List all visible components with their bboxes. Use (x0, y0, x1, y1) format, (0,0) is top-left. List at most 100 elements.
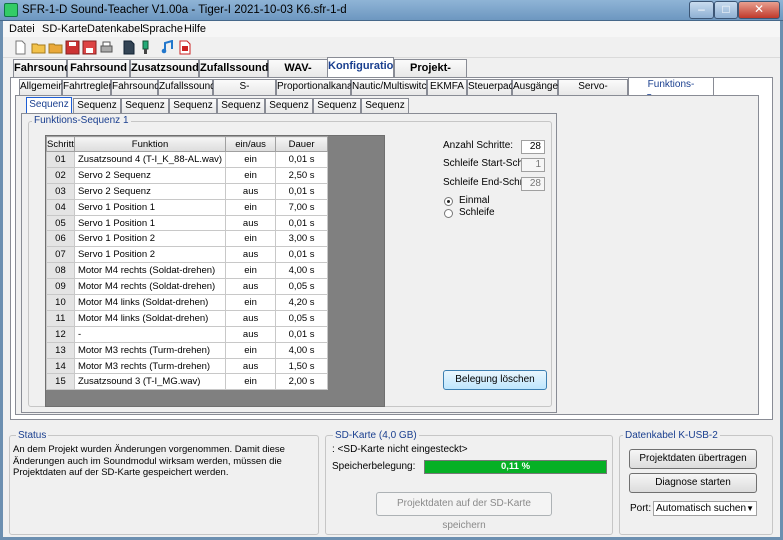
sequence-grid[interactable]: Schritt Funktion ein/aus Dauer 01 Zusatzs… (45, 135, 385, 407)
tab-fahrsound-2[interactable]: Fahrsound 2 (67, 59, 130, 90)
anzahl-schritte-field[interactable]: 28 (521, 140, 545, 154)
tab-sequenz-6[interactable]: Sequenz 6 (265, 98, 313, 124)
save-as-icon[interactable] (82, 40, 97, 55)
tab-sequenz-4[interactable]: Sequenz 4 (169, 98, 217, 124)
cell-funktion[interactable]: Servo 1 Position 2 (73, 246, 227, 264)
table-row[interactable]: 10 Motor M4 links (Soldat-drehen) ein 4,20 … (46, 294, 329, 311)
port-select[interactable]: Automatisch suchen ▼ (653, 501, 757, 516)
table-row[interactable]: 07 Servo 1 Position 2 aus 0,01 s (46, 246, 329, 264)
cell-dauer[interactable]: 1,50 s (275, 357, 329, 375)
cell-schritt[interactable]: 05 (46, 214, 75, 232)
minimize-button[interactable]: – (689, 1, 714, 19)
cell-schritt[interactable]: 08 (46, 262, 75, 280)
cell-ein-aus[interactable]: ein (225, 373, 277, 391)
tab-fahrsound-config[interactable]: Fahrsound (111, 79, 160, 95)
table-row[interactable]: 13 Motor M3 rechts (Turm-drehen) ein 4,00 s (46, 341, 329, 359)
tab-fahrtregler[interactable]: Fahrtregler (62, 79, 112, 95)
cell-ein-aus[interactable]: ein (225, 198, 277, 216)
cell-dauer[interactable]: 0,05 s (275, 278, 329, 296)
cell-ein-aus[interactable]: aus (225, 182, 277, 200)
tab-konfiguration[interactable]: Konfiguration (327, 57, 400, 78)
tab-sequenz-1[interactable]: Sequenz 1 (26, 97, 72, 123)
table-row[interactable]: 11 Motor M4 links (Soldat-drehen) aus 0,05 … (46, 309, 329, 327)
table-row[interactable]: 05 Servo 1 Position 1 aus 0,01 s (46, 214, 329, 232)
table-row[interactable]: 01 Zusatzsound 4 (T-I_K_88-AL.wav) ein 0,01… (46, 151, 329, 168)
cell-schritt[interactable]: 01 (46, 151, 75, 168)
cell-schritt[interactable]: 03 (46, 182, 75, 200)
cell-schritt[interactable]: 12 (46, 325, 75, 343)
belegung-loeschen-button[interactable]: Belegung löschen (443, 370, 547, 390)
tab-wav-player[interactable]: WAV-Player (268, 59, 328, 90)
projektdaten-uebertragen-button[interactable]: Projektdaten übertragen (629, 449, 757, 469)
cell-funktion[interactable]: Motor M3 rechts (Turm-drehen) (73, 357, 227, 375)
cell-dauer[interactable]: 0,01 s (275, 246, 329, 264)
cell-ein-aus[interactable]: aus (225, 309, 277, 327)
usb-cable-icon[interactable] (138, 40, 153, 55)
sd-card-icon[interactable] (121, 40, 136, 55)
cell-dauer[interactable]: 4,00 s (275, 341, 329, 359)
cell-ein-aus[interactable]: ein (225, 230, 277, 248)
col-header-ein-aus[interactable]: ein/aus (225, 136, 277, 152)
cell-dauer[interactable]: 0,05 s (275, 309, 329, 327)
cell-ein-aus[interactable]: aus (225, 357, 277, 375)
radio-einmal[interactable] (444, 197, 453, 206)
table-row[interactable]: 04 Servo 1 Position 1 ein 7,00 s (46, 198, 329, 216)
cell-funktion[interactable]: Zusatzsound 4 (T-I_K_88-AL.wav) (73, 151, 227, 168)
menu-datei[interactable]: Datei (9, 23, 35, 35)
cell-dauer[interactable]: 2,50 s (275, 166, 329, 184)
cell-dauer[interactable]: 4,20 s (275, 294, 329, 311)
tab-sequenz-8[interactable]: Sequenz 8 (361, 98, 409, 124)
tab-proportionalkanale[interactable]: Proportionalkanale (276, 79, 360, 95)
save-icon[interactable] (65, 40, 80, 55)
cell-ein-aus[interactable]: ein (225, 166, 277, 184)
tab-sequenz-5[interactable]: Sequenz 5 (217, 98, 265, 124)
table-row[interactable]: 03 Servo 2 Sequenz aus 0,01 s (46, 182, 329, 200)
tab-ausgaenge[interactable]: Ausgänge (512, 79, 558, 95)
cell-schritt[interactable]: 10 (46, 294, 75, 311)
cell-funktion[interactable]: Servo 1 Position 1 (73, 198, 227, 216)
document-red-icon[interactable] (177, 40, 192, 55)
table-row[interactable]: 09 Motor M4 rechts (Soldat-drehen) aus 0,05… (46, 278, 329, 296)
schleife-end-field[interactable]: 28 (521, 177, 545, 191)
cell-ein-aus[interactable]: ein (225, 262, 277, 280)
close-button[interactable]: ✕ (738, 1, 780, 19)
table-row[interactable]: 08 Motor M4 rechts (Soldat-drehen) ein 4,00… (46, 262, 329, 280)
table-row[interactable]: 12- aus 0,01 s (46, 325, 329, 343)
tab-projekt-notizen[interactable]: Projekt-Notizen (394, 59, 467, 90)
open-folder-icon[interactable] (31, 40, 46, 55)
cell-ein-aus[interactable]: aus (225, 246, 277, 264)
cell-dauer[interactable]: 2,00 s (275, 373, 329, 391)
tab-nautic-multiswitch[interactable]: Nautic/Multiswitch (351, 79, 432, 95)
cell-ein-aus[interactable]: ein (225, 151, 277, 168)
cell-dauer[interactable]: 0,01 s (275, 182, 329, 200)
cell-schritt[interactable]: 15 (46, 373, 75, 391)
cell-schritt[interactable]: 02 (46, 166, 75, 184)
cell-funktion[interactable]: Motor M4 links (Soldat-drehen) (73, 309, 227, 327)
sdcard-save-button[interactable]: Projektdaten auf der SD-Karte speichern (376, 492, 552, 531)
cell-funktion[interactable]: - (73, 325, 227, 343)
tab-zufallssounds[interactable]: Zufallssounds (199, 59, 275, 77)
cell-funktion[interactable]: Motor M4 rechts (Soldat-drehen) (73, 262, 227, 280)
menu-sprache[interactable]: Sprache (142, 23, 183, 35)
cell-schritt[interactable]: 06 (46, 230, 75, 248)
table-row[interactable]: 15 Zusatzsound 3 (T-I_MG.wav) ein 2,00 s (46, 373, 329, 391)
col-header-schritt[interactable]: Schritt (46, 136, 75, 152)
cell-dauer[interactable]: 7,00 s (275, 198, 329, 216)
menu-datenkabel[interactable]: Datenkabel (87, 23, 143, 35)
cell-dauer[interactable]: 0,01 s (275, 151, 329, 168)
maximize-button[interactable]: □ (714, 1, 738, 19)
tab-funktions-sequenzen[interactable]: Funktions-Sequenzen (628, 77, 714, 104)
table-row[interactable]: 14 Motor M3 rechts (Turm-drehen) aus 1,50 s (46, 357, 329, 375)
cell-schritt[interactable]: 14 (46, 357, 75, 375)
cell-ein-aus[interactable]: ein (225, 294, 277, 311)
col-header-dauer[interactable]: Dauer (275, 136, 329, 152)
cell-funktion[interactable]: Servo 1 Position 1 (73, 214, 227, 232)
tab-fahrsound[interactable]: Fahrsound (13, 59, 71, 77)
cell-schritt[interactable]: 07 (46, 246, 75, 264)
cell-dauer[interactable]: 3,00 s (275, 230, 329, 248)
diagnose-starten-button[interactable]: Diagnose starten (629, 473, 757, 493)
cell-dauer[interactable]: 0,01 s (275, 325, 329, 343)
cell-ein-aus[interactable]: ein (225, 341, 277, 359)
tab-ekmfa[interactable]: EKMFA (427, 79, 467, 95)
tab-sbus-sumd[interactable]: S-BUS/SUMD (213, 79, 276, 106)
